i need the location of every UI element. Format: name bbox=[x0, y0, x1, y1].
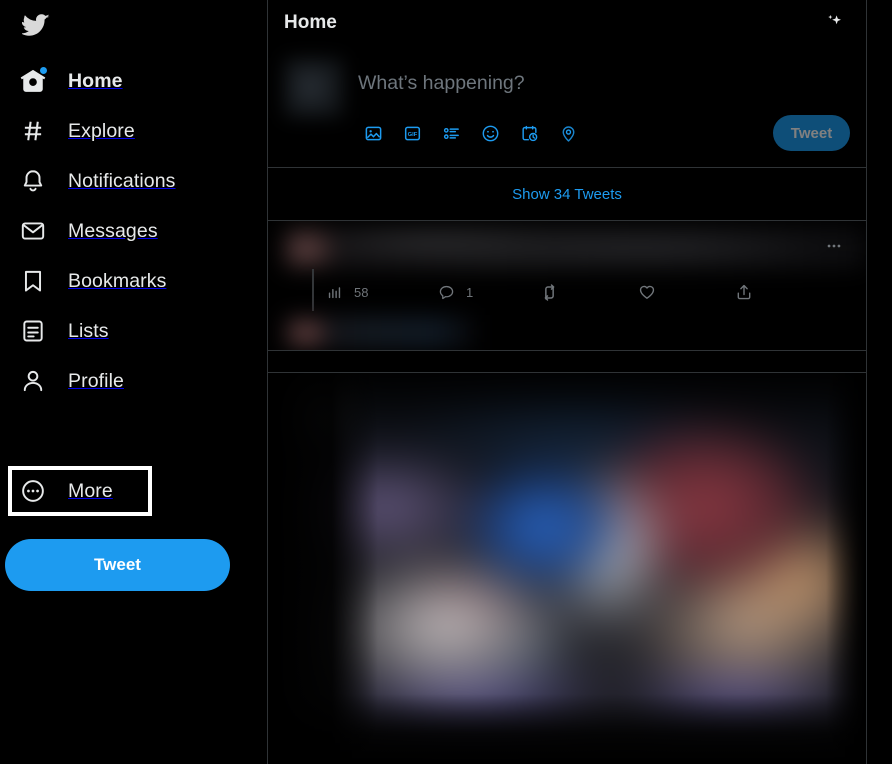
main-timeline-column: Home What’s happening? GIF Tweet Show 34… bbox=[267, 0, 867, 764]
tweet-media-blurred bbox=[276, 377, 858, 764]
list-icon bbox=[18, 316, 48, 346]
envelope-icon bbox=[18, 216, 48, 246]
hashtag-icon bbox=[18, 116, 48, 146]
sidebar-item-notifications[interactable]: Notifications bbox=[8, 156, 267, 206]
compose-tools: GIF bbox=[356, 118, 583, 148]
sidebar-item-label: Home bbox=[68, 69, 123, 92]
sidebar-item-label: Profile bbox=[68, 369, 124, 392]
sidebar-item-label: More bbox=[68, 479, 113, 502]
timeline-tweet-media[interactable] bbox=[268, 372, 866, 764]
more-horizontal-icon[interactable] bbox=[820, 235, 848, 257]
twitter-bird-icon[interactable] bbox=[16, 5, 56, 45]
sidebar-item-lists[interactable]: Lists bbox=[8, 306, 267, 356]
like-icon[interactable] bbox=[638, 283, 735, 301]
sidebar-item-more[interactable]: More bbox=[8, 466, 152, 516]
sidebar-item-label: Lists bbox=[68, 319, 109, 342]
retweet-icon[interactable] bbox=[540, 283, 638, 302]
sidebar-item-profile[interactable]: Profile bbox=[8, 356, 267, 406]
logo-row bbox=[8, 0, 267, 50]
twitter-app: Home Explore Notifications Messages Book… bbox=[0, 0, 892, 764]
compose-right: What’s happening? GIF Tweet bbox=[344, 52, 850, 163]
sidebar-item-label: Explore bbox=[68, 119, 135, 142]
sidebar-nav: Home Explore Notifications Messages Book… bbox=[8, 56, 267, 406]
person-icon bbox=[18, 366, 48, 396]
tweet-action-bar: 58 1 bbox=[326, 277, 826, 307]
timeline-tweet[interactable]: 58 1 bbox=[268, 221, 866, 351]
avatar[interactable] bbox=[284, 58, 344, 118]
more-circle-icon bbox=[18, 476, 48, 506]
compose-toolbar: GIF Tweet bbox=[356, 115, 850, 157]
sidebar-item-home[interactable]: Home bbox=[8, 56, 267, 106]
poll-icon[interactable] bbox=[436, 118, 466, 148]
emoji-icon[interactable] bbox=[475, 118, 505, 148]
reply-icon[interactable]: 1 bbox=[438, 284, 540, 301]
tweet-content-blurred bbox=[284, 227, 864, 269]
svg-text:GIF: GIF bbox=[407, 131, 417, 137]
primary-sidebar: Home Explore Notifications Messages Book… bbox=[0, 0, 267, 764]
media-icon[interactable] bbox=[358, 118, 388, 148]
tweet-quote-blurred bbox=[284, 315, 476, 349]
thread-connector bbox=[312, 269, 314, 311]
home-icon bbox=[18, 66, 48, 96]
schedule-icon[interactable] bbox=[514, 118, 544, 148]
page-title: Home bbox=[284, 12, 337, 33]
gif-icon[interactable]: GIF bbox=[397, 118, 427, 148]
sidebar-item-explore[interactable]: Explore bbox=[8, 106, 267, 156]
sidebar-item-label: Notifications bbox=[68, 169, 176, 192]
reply-count: 1 bbox=[466, 284, 474, 300]
sidebar-item-label: Messages bbox=[68, 219, 158, 242]
sidebar-tweet-button[interactable]: Tweet bbox=[5, 539, 230, 591]
bookmark-icon bbox=[18, 266, 48, 296]
home-notification-badge bbox=[39, 66, 48, 75]
show-tweets-button[interactable]: Show 34 Tweets bbox=[268, 168, 866, 221]
sidebar-item-messages[interactable]: Messages bbox=[8, 206, 267, 256]
compose-tweet-box: What’s happening? GIF Tweet bbox=[268, 46, 866, 168]
share-icon[interactable] bbox=[735, 283, 764, 301]
analytics-icon[interactable]: 58 bbox=[326, 284, 438, 301]
compose-input[interactable]: What’s happening? bbox=[356, 52, 850, 95]
bell-icon bbox=[18, 166, 48, 196]
location-icon[interactable] bbox=[553, 118, 583, 148]
timeline-header: Home bbox=[268, 0, 866, 46]
analytics-count: 58 bbox=[354, 284, 369, 300]
sparkle-icon[interactable] bbox=[816, 6, 850, 40]
sidebar-item-bookmarks[interactable]: Bookmarks bbox=[8, 256, 267, 306]
compose-tweet-button[interactable]: Tweet bbox=[773, 115, 850, 151]
sidebar-item-label: Bookmarks bbox=[68, 269, 167, 292]
